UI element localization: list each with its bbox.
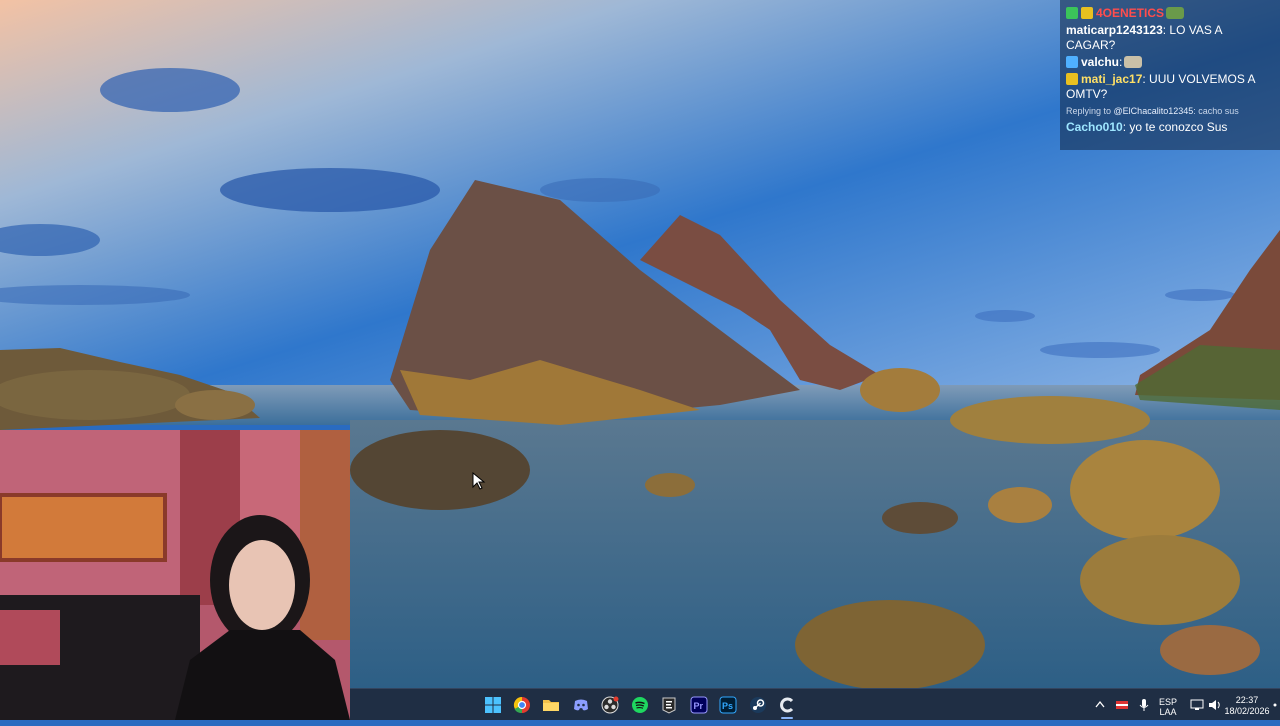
volume-icon[interactable]	[1208, 698, 1222, 712]
chat-message: mati_jac17: UUU VOLVEMOS A OMTV?	[1066, 72, 1274, 102]
chat-username: maticarp1243123	[1066, 23, 1163, 37]
crown-badge-icon	[1081, 7, 1093, 19]
premiere-pro-icon[interactable]: Pr	[690, 696, 708, 714]
reply-text: : cacho sus	[1193, 106, 1239, 116]
flag-icon[interactable]	[1115, 698, 1129, 712]
chat-message: maticarp1243123: LO VAS A CAGAR?	[1066, 23, 1274, 53]
discord-icon[interactable]	[572, 696, 590, 714]
clock-date: 18/02/2026	[1224, 706, 1270, 716]
svg-text:Pr: Pr	[694, 701, 704, 711]
steam-icon[interactable]	[749, 696, 767, 714]
app-icon[interactable]	[778, 696, 796, 719]
clock[interactable]: 22:37 18/02/2026	[1222, 695, 1272, 717]
active-app-indicator	[781, 717, 793, 719]
chat-reply-context: Replying to @ElChacalito12345: cacho sus	[1066, 104, 1274, 119]
obs-icon[interactable]	[601, 696, 619, 714]
chat-text: :	[1119, 55, 1123, 69]
windows-start-icon[interactable]	[484, 696, 502, 714]
language-code: ESP	[1158, 697, 1177, 707]
file-explorer-icon[interactable]	[542, 696, 560, 714]
chrome-icon[interactable]	[513, 696, 531, 714]
reply-target-user: @ElChacalito12345	[1113, 106, 1194, 116]
language-indicator[interactable]: ESP LAA	[1155, 697, 1181, 717]
badge-icon	[1066, 56, 1078, 68]
keyboard-layout: LAA	[1159, 707, 1177, 717]
webcam-feed	[0, 430, 350, 720]
chat-message: Cacho010: yo te conozco Sus	[1066, 120, 1274, 135]
epic-games-icon[interactable]	[660, 696, 678, 714]
tray-overflow-chevron-icon[interactable]	[1094, 689, 1106, 721]
crown-badge-icon	[1066, 73, 1078, 85]
emote-icon	[1166, 7, 1185, 19]
chat-text: : yo te conozco Sus	[1122, 120, 1228, 134]
svg-text:Ps: Ps	[722, 701, 733, 711]
chat-username: Cacho010	[1066, 120, 1123, 134]
emote-icon	[1124, 56, 1143, 68]
taskbar: Pr Ps ESP LAA 22:37 18/02/2026	[350, 688, 1280, 720]
clock-time: 22:37	[1235, 695, 1259, 705]
photoshop-icon[interactable]: Ps	[719, 696, 737, 714]
notifications-icon[interactable]	[1272, 697, 1278, 713]
mouse-cursor-icon	[472, 472, 486, 490]
chat-username: valchu	[1081, 55, 1120, 69]
chat-username: 4OENETICS	[1096, 6, 1165, 20]
chat-message: valchu:	[1066, 55, 1274, 70]
webcam-overlay	[0, 430, 350, 720]
reply-prefix: Replying to	[1066, 106, 1112, 116]
network-icon[interactable]	[1190, 698, 1204, 712]
sub-badge-icon	[1066, 7, 1078, 19]
spotify-icon[interactable]	[631, 696, 649, 714]
chat-message: 4OENETICS	[1066, 6, 1274, 21]
chat-username: mati_jac17	[1081, 72, 1143, 86]
microphone-icon[interactable]	[1137, 698, 1151, 712]
stream-chat-overlay: 4OENETICS maticarp1243123: LO VAS A CAGA…	[1060, 0, 1280, 150]
